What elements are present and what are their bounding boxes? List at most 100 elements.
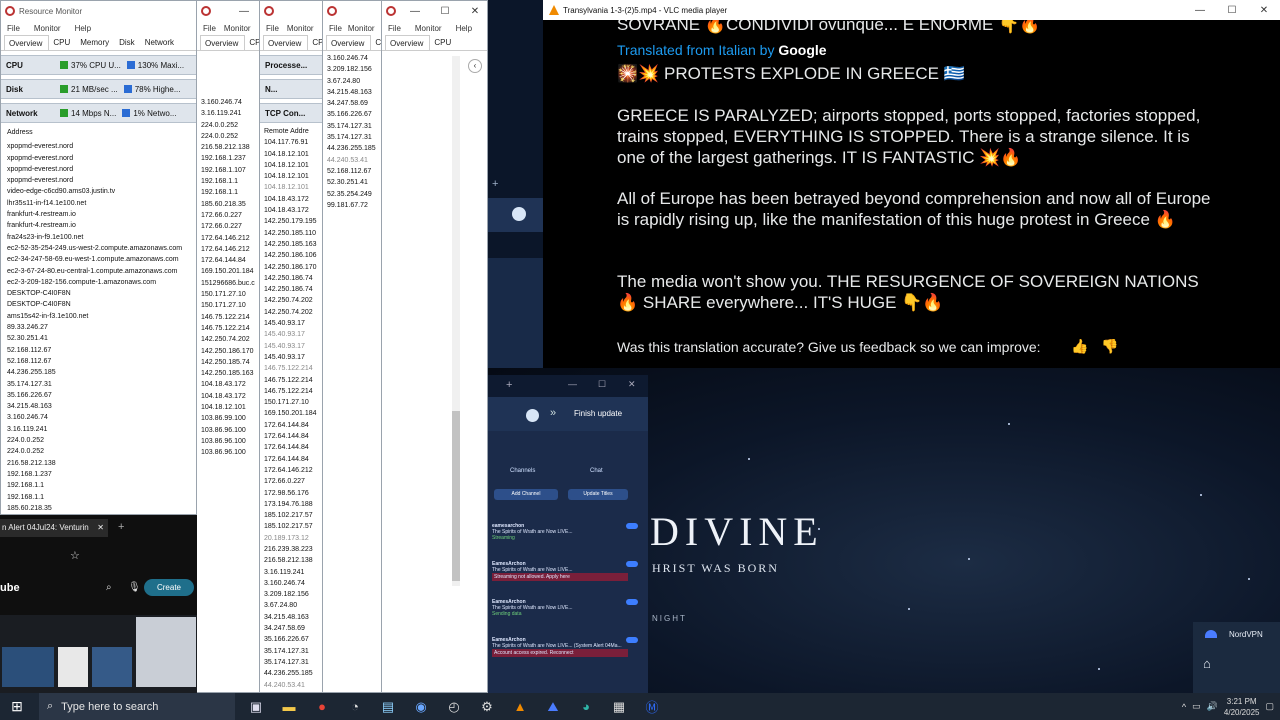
list-item[interactable]: 172.64.146.212 [201, 244, 259, 255]
menu-file[interactable]: File [388, 24, 401, 33]
list-item[interactable]: 44.236.255.185 [264, 668, 322, 679]
list-item[interactable]: 104.18.43.172 [201, 391, 259, 402]
list-item[interactable]: 146.75.122.214 [264, 375, 322, 386]
toggle-switch[interactable] [626, 561, 638, 567]
list-item[interactable]: 142.250.186.170 [264, 262, 322, 273]
list-item[interactable]: 34.247.58.69 [327, 98, 381, 109]
minimize-icon[interactable]: — [229, 6, 259, 17]
list-item[interactable]: 172.66.0.227 [264, 476, 322, 487]
browser-tab[interactable]: n Alert 04Jul24: Venturin ✕ [0, 519, 108, 537]
list-item[interactable]: 150.171.27.10 [201, 289, 259, 300]
list-item[interactable]: fra24s23-in-f9.1e100.net [7, 232, 196, 243]
list-item[interactable]: 3.160.246.74 [264, 578, 322, 589]
nordvpn-popup[interactable]: NordVPN ⌂ [1193, 622, 1280, 693]
list-item[interactable]: ec2-3-209-182-156.compute-1.amazonaws.co… [7, 277, 196, 288]
list-item[interactable]: 169.150.201.184 [201, 266, 259, 277]
tab-overview[interactable]: Overview [263, 35, 309, 50]
disk-section-header[interactable]: Disk 21 MB/sec ... 78% Highe... [1, 79, 196, 99]
tab-overview[interactable]: Overview [326, 35, 372, 50]
tab-cpu[interactable]: CPU [308, 35, 322, 50]
list-item[interactable]: 35.166.226.67 [264, 634, 322, 645]
tab-disk[interactable]: Disk [115, 35, 141, 50]
network-section-header[interactable]: Network 14 Mbps N... 1% Netwo... [1, 103, 196, 123]
vlc-taskbar-icon[interactable]: ▲ [509, 697, 531, 717]
finish-update-button[interactable]: Finish update [574, 409, 622, 418]
tab-overview[interactable]: Overview [200, 35, 246, 50]
vlc-video-area[interactable]: SOVRANE 🔥CONDIVIDI ovunque... È ENORME 👇… [543, 20, 1280, 368]
list-item[interactable]: 52.168.112.67 [7, 345, 196, 356]
list-item[interactable]: 3.160.246.74 [201, 97, 259, 108]
list-item[interactable]: 52.35.254.249 [327, 189, 381, 200]
minimize-icon[interactable]: — [1184, 5, 1216, 16]
list-item[interactable]: ec2-3-67-24-80.eu-central-1.compute.amaz… [7, 266, 196, 277]
list-item[interactable]: 146.75.122.214 [201, 312, 259, 323]
new-tab-plus-icon[interactable]: + [118, 521, 124, 533]
list-item[interactable]: 224.0.0.252 [201, 131, 259, 142]
list-item[interactable]: 172.64.144.84 [264, 420, 322, 431]
list-item[interactable]: 142.250.185.163 [201, 368, 259, 379]
vlc-titlebar[interactable]: Transylvania 1-3-(2)5.mp4 - VLC media pl… [543, 0, 1280, 20]
file-explorer-icon[interactable]: ▬ [278, 697, 300, 717]
list-item[interactable]: 192.168.1.1 [7, 480, 196, 491]
list-item[interactable]: 104.117.76.91 [264, 137, 322, 148]
list-item[interactable]: 146.75.122.214 [264, 386, 322, 397]
list-item[interactable]: 3.209.182.156 [264, 589, 322, 600]
tab-chat[interactable]: Chat [590, 468, 603, 474]
list-item[interactable]: 44.236.255.185 [327, 143, 381, 154]
menu-help[interactable]: Help [75, 24, 91, 33]
list-item[interactable]: DESKTOP-C4I0F8N [7, 288, 196, 299]
list-item[interactable]: 216.58.212.138 [7, 458, 196, 469]
list-item[interactable]: 192.168.1.107 [201, 165, 259, 176]
list-item[interactable]: 52.30.251.41 [327, 177, 381, 188]
list-item[interactable]: 192.168.1.237 [201, 153, 259, 164]
chevron-right-icon[interactable]: » [550, 407, 556, 419]
list-item[interactable]: 172.64.146.212 [264, 465, 322, 476]
list-item[interactable]: 3.209.182.156 [327, 64, 381, 75]
list-item[interactable]: 103.86.96.100 [201, 425, 259, 436]
list-item[interactable]: 3.67.24.80 [327, 76, 381, 87]
list-item[interactable]: 224.0.0.252 [201, 120, 259, 131]
menu-file[interactable]: File [7, 24, 20, 33]
notepad-icon[interactable]: ▤ [377, 697, 399, 717]
list-item[interactable]: 185.60.218.35 [7, 503, 196, 514]
menu-file[interactable]: File [329, 24, 342, 33]
tab-memory[interactable]: Memory [76, 35, 115, 50]
list-item[interactable]: 103.86.96.100 [201, 436, 259, 447]
list-item[interactable]: 3.16.119.241 [201, 108, 259, 119]
list-item[interactable]: 103.86.99.100 [201, 413, 259, 424]
taskbar-clock[interactable]: 3:21 PM 4/20/2025 [1224, 696, 1260, 718]
list-item[interactable]: video-edge-c6cd90.ams03.justin.tv [7, 186, 196, 197]
windows-start-icon[interactable]: ⊞ [6, 697, 28, 717]
list-item[interactable]: 142.250.186.170 [201, 346, 259, 357]
list-item[interactable]: 3.16.119.241 [7, 424, 196, 435]
list-item[interactable]: 173.194.76.188 [264, 499, 322, 510]
list-item[interactable]: 35.174.127.31 [327, 132, 381, 143]
list-item[interactable]: 192.168.1.1 [7, 492, 196, 503]
extension-icon[interactable] [526, 409, 539, 422]
menu-help[interactable]: Help [456, 24, 472, 33]
list-item[interactable]: 142.250.185.163 [264, 239, 322, 250]
menu-file[interactable]: File [266, 24, 279, 33]
list-item[interactable]: 104.18.43.172 [201, 379, 259, 390]
volume-icon[interactable]: 🔊 [1207, 701, 1218, 712]
tab-channels[interactable]: Channels [510, 468, 535, 474]
list-item[interactable]: xpopmd-everest.nord [7, 141, 196, 152]
menu-monitor[interactable]: Monitor [348, 24, 375, 33]
list-item[interactable]: 104.18.43.172 [264, 194, 322, 205]
channel-row[interactable]: EamesArchon The Spirits of Wrath are Now … [492, 561, 638, 581]
list-item[interactable]: 52.30.251.41 [7, 333, 196, 344]
list-item[interactable]: 192.168.1.1 [201, 176, 259, 187]
close-icon[interactable]: ✕ [1248, 5, 1280, 16]
menu-monitor[interactable]: Monitor [415, 24, 442, 33]
tab-overview[interactable]: Overview [385, 35, 431, 50]
tab-network[interactable]: Network [141, 35, 180, 50]
list-item[interactable]: 185.102.217.57 [264, 510, 322, 521]
maximize-icon[interactable]: ☐ [430, 6, 460, 17]
channel-row[interactable]: EamesArchon The Spirits of Wrath are Now … [492, 599, 638, 617]
tab-cpu[interactable]: CPU [430, 35, 457, 50]
list-item[interactable]: 192.168.1.1 [201, 187, 259, 198]
list-item[interactable]: 104.18.12.101 [264, 160, 322, 171]
list-item[interactable]: 150.171.27.10 [264, 397, 322, 408]
list-item[interactable]: 142.250.186.106 [264, 250, 322, 261]
malwarebytes-icon[interactable]: Ⓜ [641, 697, 663, 717]
